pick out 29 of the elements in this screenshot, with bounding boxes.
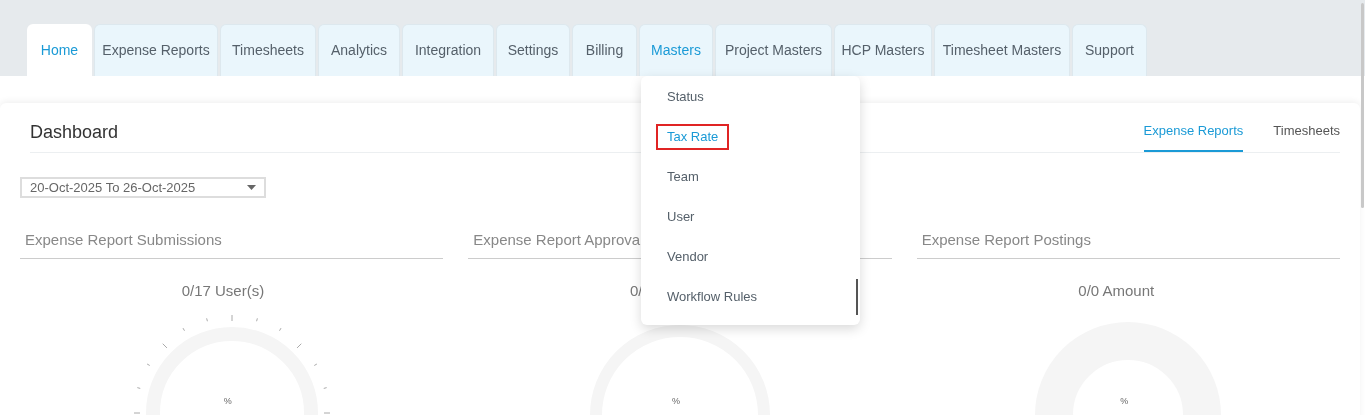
nav-tab[interactable]: Settings <box>496 24 570 76</box>
percent-label: % <box>672 394 680 408</box>
nav-tab[interactable]: Support <box>1072 24 1147 76</box>
nav-tab[interactable]: Home <box>27 24 92 76</box>
panel-title: Expense Report Submissions <box>20 229 444 259</box>
nav-tab[interactable]: Project Masters <box>715 24 832 76</box>
menu-item[interactable]: User <box>656 204 706 230</box>
nav-tab[interactable]: HCP Masters <box>834 24 932 76</box>
view-tab[interactable]: Expense Reports <box>1143 120 1244 152</box>
nav-tab[interactable]: Timesheet Masters <box>934 24 1070 76</box>
caret-icon <box>247 185 256 190</box>
dashboard-title: Dashboard <box>30 121 119 144</box>
menu-item[interactable]: Tax Rate <box>656 124 730 150</box>
nav-tab[interactable]: Integration <box>402 24 494 76</box>
panel-title: Expense Report Postings <box>916 229 1340 259</box>
percent-label: % <box>223 394 232 408</box>
panel-reading: 0/0 Amount <box>1078 281 1155 299</box>
date-range-select[interactable]: 20-Oct-2025 To 26-Oct-2025 <box>20 177 266 198</box>
menu-item[interactable]: Status <box>656 84 715 110</box>
nav-tab[interactable]: Billing <box>572 24 637 76</box>
menu-item[interactable]: Team <box>656 164 710 190</box>
nav-tab[interactable]: Expense Reports <box>94 24 218 76</box>
menu-item[interactable]: Workflow Rules <box>656 284 769 310</box>
nav-tab[interactable]: Analytics <box>318 24 400 76</box>
panel-reading: 0/17 User(s) <box>181 281 265 299</box>
nav-tab[interactable]: Timesheets <box>220 24 316 76</box>
percent-label: % <box>1120 394 1129 408</box>
view-tab[interactable]: Timesheets <box>1273 120 1340 152</box>
scrollbar-thumb <box>856 279 858 315</box>
